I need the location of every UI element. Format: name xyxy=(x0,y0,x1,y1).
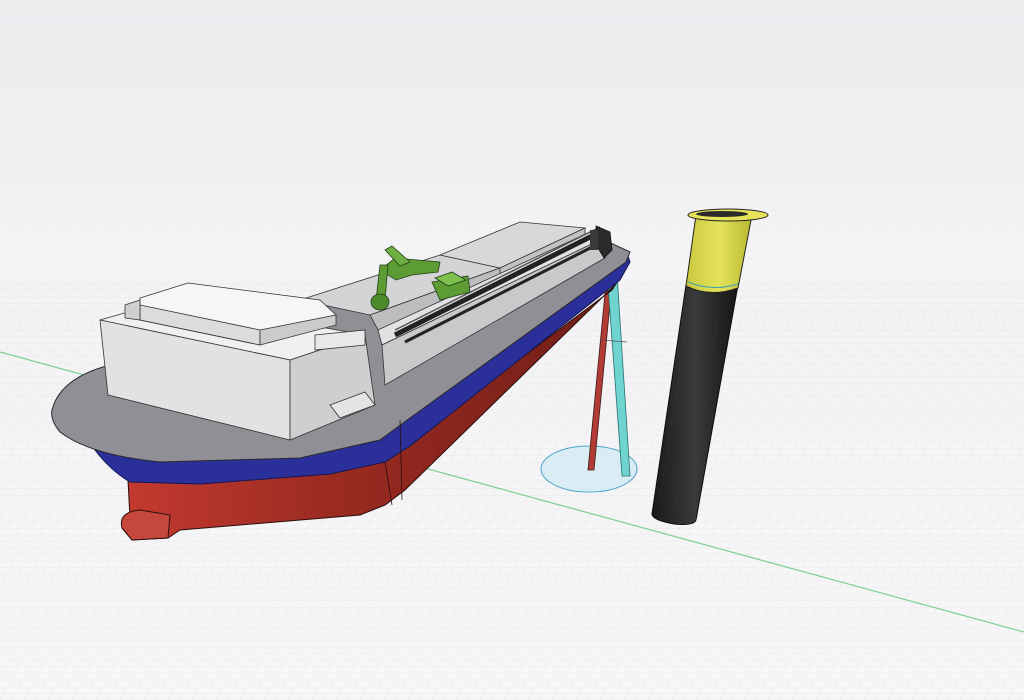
3d-viewport[interactable] xyxy=(0,0,1024,700)
bulbous-bow xyxy=(120,509,171,541)
scene-canvas[interactable] xyxy=(0,0,1024,700)
